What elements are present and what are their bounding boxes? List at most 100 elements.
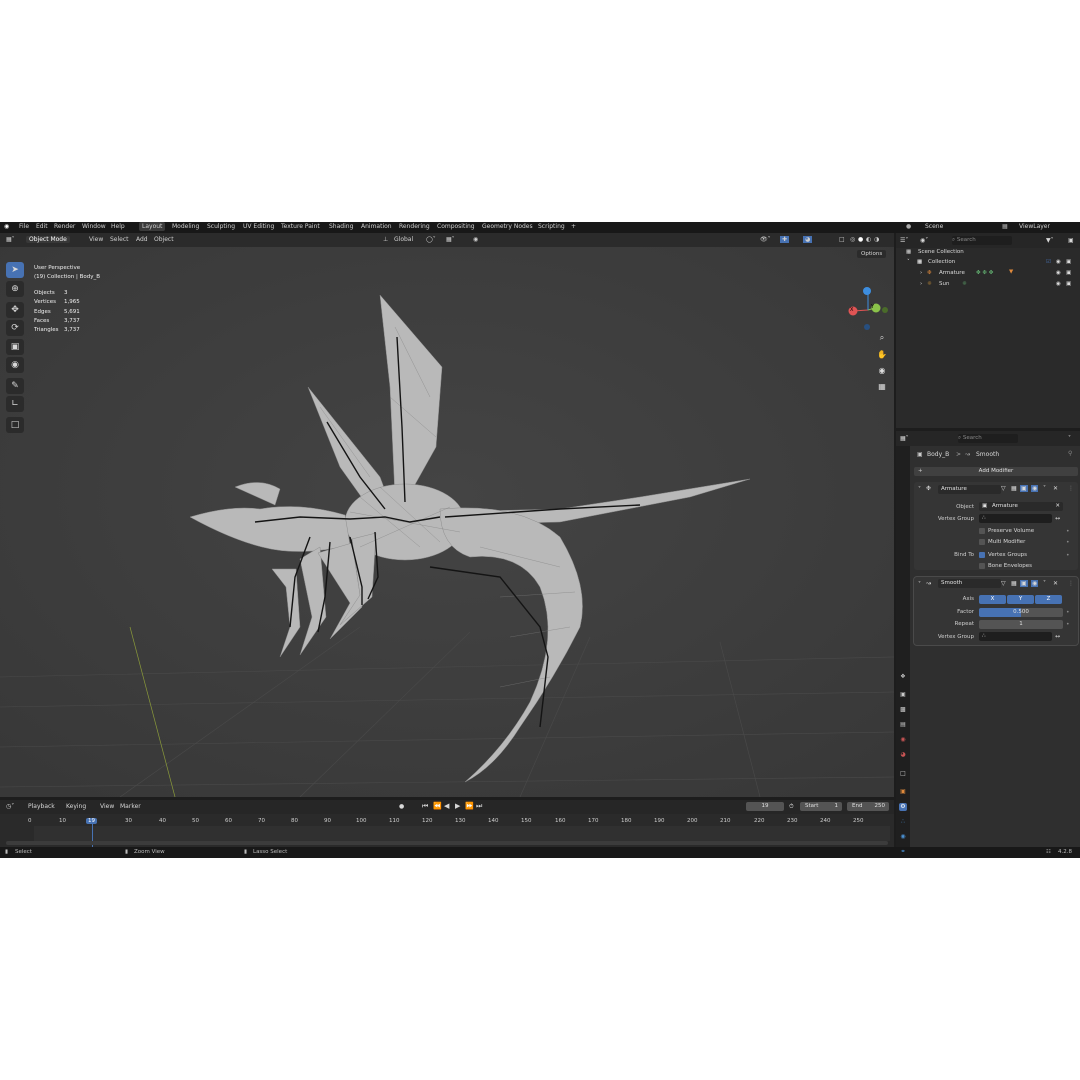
- keyframe-dot-icon[interactable]: •: [1066, 621, 1070, 628]
- rotate-tool-icon[interactable]: ⟳: [6, 320, 24, 336]
- transform-tool-icon[interactable]: ◉: [6, 357, 24, 373]
- dropdown-icon[interactable]: ˅: [1043, 485, 1046, 492]
- jump-keyframe-back-icon[interactable]: ⏪: [433, 802, 442, 810]
- clear-icon[interactable]: ✕: [1055, 502, 1060, 511]
- view-menu[interactable]: View: [100, 803, 114, 810]
- remove-modifier-icon[interactable]: ✕: [1053, 580, 1058, 587]
- jump-keyframe-forward-icon[interactable]: ⏩: [465, 802, 474, 810]
- keyframe-dot-icon[interactable]: •: [1066, 552, 1070, 559]
- world-tab-icon[interactable]: ◕: [899, 751, 907, 759]
- current-frame-field[interactable]: 19: [746, 802, 784, 811]
- perspective-toggle-icon[interactable]: ▦: [875, 379, 889, 393]
- timeline-scrollbar[interactable]: [6, 841, 888, 845]
- object-picker[interactable]: ▣ Armature ✕: [979, 502, 1063, 511]
- drag-handle-icon[interactable]: ⋮: [1068, 485, 1074, 492]
- render-toggle-icon[interactable]: ◉: [1031, 485, 1039, 492]
- eye-icon[interactable]: ◉: [1056, 281, 1061, 287]
- outliner-editor-icon[interactable]: ☰˅: [900, 237, 908, 244]
- scene-collection-row[interactable]: Scene Collection: [918, 249, 964, 255]
- axis-x-toggle[interactable]: X: [979, 595, 1006, 604]
- tab-modeling[interactable]: Modeling: [172, 223, 199, 230]
- pin-icon[interactable]: ⚲: [1068, 450, 1072, 457]
- menu-edit[interactable]: Edit: [36, 223, 48, 230]
- outliner-item-sun[interactable]: Sun: [939, 281, 949, 287]
- tab-shading[interactable]: Shading: [329, 223, 353, 230]
- menu-add[interactable]: Add: [136, 236, 148, 243]
- axis-y-toggle[interactable]: Y: [1007, 595, 1034, 604]
- cursor-tool-icon[interactable]: ⊕: [6, 281, 24, 297]
- keyframe-track[interactable]: [34, 826, 890, 841]
- proportional-edit-icon[interactable]: ◉: [473, 236, 478, 243]
- gizmo-toggle-icon[interactable]: ✚: [780, 236, 790, 243]
- record-icon[interactable]: ●: [399, 803, 404, 810]
- viewport-toggle-icon[interactable]: ▣: [1020, 580, 1028, 587]
- view-layer-tab-icon[interactable]: ▤: [899, 721, 907, 729]
- zoom-icon[interactable]: ⌕: [875, 331, 889, 345]
- vertex-group-field[interactable]: ∴: [979, 632, 1052, 641]
- physics-tab-icon[interactable]: ◉: [899, 833, 907, 841]
- jump-start-icon[interactable]: ⏮: [422, 802, 428, 811]
- keyframe-dot-icon[interactable]: •: [1066, 609, 1070, 616]
- keying-menu[interactable]: Keying: [66, 803, 86, 810]
- pivot-icon[interactable]: ◯˅: [426, 236, 436, 243]
- snap-icon[interactable]: ▦˅: [446, 236, 455, 243]
- bone-envelopes-checkbox[interactable]: [979, 563, 985, 569]
- camera-icon[interactable]: ▣: [1066, 270, 1071, 276]
- breadcrumb-modifier[interactable]: Smooth: [976, 451, 999, 458]
- scale-tool-icon[interactable]: ▣: [6, 339, 24, 355]
- timeline-editor-icon[interactable]: ◷˅: [6, 803, 14, 810]
- particles-tab-icon[interactable]: ∴: [899, 818, 907, 826]
- eye-icon[interactable]: ◉: [1056, 270, 1061, 276]
- exclude-checkbox-icon[interactable]: ☑: [1046, 259, 1051, 265]
- blender-logo-icon[interactable]: ◉: [4, 223, 9, 230]
- menu-help[interactable]: Help: [111, 223, 125, 230]
- object-tab-icon[interactable]: ▣: [899, 788, 907, 796]
- visibility-icon[interactable]: 👁˅: [760, 236, 771, 243]
- editor-type-icon[interactable]: ▦˅: [6, 236, 15, 243]
- eye-icon[interactable]: ◉: [1056, 259, 1061, 265]
- scene-selector[interactable]: Scene: [925, 223, 943, 230]
- new-collection-icon[interactable]: ▣: [1068, 237, 1074, 244]
- cage-toggle-icon[interactable]: ▦: [1011, 485, 1017, 492]
- add-cube-tool-icon[interactable]: □: [6, 417, 24, 433]
- invert-toggle-icon[interactable]: ↔: [1055, 633, 1060, 640]
- shading-rendered-icon[interactable]: ◑: [874, 236, 879, 243]
- shading-wireframe-icon[interactable]: ◎: [850, 236, 855, 243]
- current-frame-marker[interactable]: 19: [86, 818, 97, 824]
- expand-arrow-icon[interactable]: ›: [920, 281, 922, 287]
- tab-uv-editing[interactable]: UV Editing: [243, 223, 274, 230]
- start-frame-field[interactable]: Start 1: [800, 802, 842, 811]
- move-tool-icon[interactable]: ✥: [6, 302, 24, 318]
- smooth-modifier-name[interactable]: Smooth: [938, 579, 1001, 588]
- collection-row[interactable]: Collection: [928, 259, 955, 265]
- keyframe-dot-icon[interactable]: •: [1066, 539, 1070, 546]
- vertex-groups-checkbox[interactable]: [979, 552, 985, 558]
- camera-view-icon[interactable]: ◉: [875, 363, 889, 377]
- render-toggle-icon[interactable]: ◉: [1031, 580, 1039, 587]
- outliner-search-input[interactable]: ⌕ Search: [952, 236, 1012, 245]
- properties-editor-icon[interactable]: ▦˅: [900, 435, 909, 442]
- shading-solid-icon[interactable]: ●: [858, 236, 863, 243]
- scene-tab-icon[interactable]: ◉: [899, 736, 907, 744]
- end-frame-field[interactable]: End 250: [847, 802, 889, 811]
- vertex-group-field[interactable]: ∴: [979, 514, 1052, 523]
- camera-icon[interactable]: ▣: [1066, 281, 1071, 287]
- measure-tool-icon[interactable]: ∟: [6, 396, 24, 412]
- drag-handle-icon[interactable]: ⋮: [1068, 580, 1074, 587]
- menu-file[interactable]: File: [19, 223, 29, 230]
- transform-orientation-dropdown[interactable]: Global: [394, 236, 413, 243]
- play-icon[interactable]: ▶: [455, 802, 460, 810]
- tab-scripting[interactable]: Scripting: [538, 223, 565, 230]
- constraints-tab-icon[interactable]: ⚭: [899, 848, 907, 856]
- pose-icon[interactable]: ✥ ❉ ✥: [976, 270, 993, 276]
- expand-arrow-icon[interactable]: ›: [920, 270, 922, 276]
- display-mode-icon[interactable]: ◉˅: [920, 237, 928, 244]
- menu-object[interactable]: Object: [154, 236, 174, 243]
- transform-orientation-icon[interactable]: ⊥: [383, 236, 388, 243]
- properties-search-input[interactable]: ⌕ Search: [958, 434, 1018, 443]
- tab-layout[interactable]: Layout: [139, 222, 166, 231]
- view-layer-selector[interactable]: ViewLayer: [1019, 223, 1050, 230]
- marker-menu[interactable]: Marker: [120, 803, 141, 810]
- filter-icon[interactable]: ▼˅: [1046, 237, 1054, 244]
- outliner-item-armature[interactable]: Armature: [939, 270, 965, 276]
